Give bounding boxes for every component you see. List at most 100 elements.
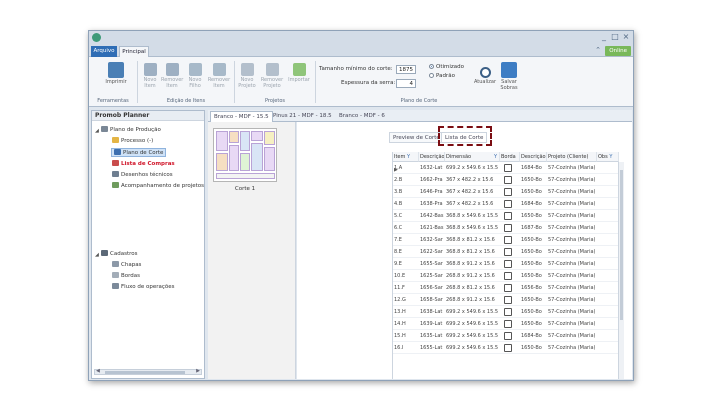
tree-item-plano-corte[interactable]: Plano de Corte — [111, 148, 167, 157]
edge-checkbox[interactable] — [504, 284, 512, 292]
table-cell: 368.8 x 81.2 x 15.6 — [446, 249, 495, 255]
tree-item-cadastros[interactable]: Cadastros — [101, 250, 137, 257]
table-cell: 699.2 x 549.6 x 15.5 — [446, 309, 499, 315]
edge-checkbox[interactable] — [504, 200, 512, 208]
table-row[interactable]: 16.I 1655-Lat 699.2 x 549.6 x 15.5 1650-Bo 5… — [393, 342, 619, 354]
close-button[interactable]: × — [621, 32, 631, 41]
table-row[interactable]: 10.E 1625-Sar 268.8 x 91.2 x 15.6 1650-Bo 57… — [393, 270, 619, 282]
edge-checkbox[interactable] — [504, 332, 512, 340]
tree-item-lista-compras[interactable]: Lista de Compras — [112, 160, 175, 167]
navigation-panel: Promob Planner ◢ Plano de Produção Proce… — [91, 110, 205, 379]
filter-icon[interactable]: Y — [407, 154, 410, 160]
edge-checkbox[interactable] — [504, 272, 512, 280]
espessura-input[interactable]: 4 — [396, 79, 416, 88]
new-item-label: Novo Item — [143, 77, 157, 89]
tab-principal[interactable]: Principal — [119, 46, 149, 57]
edge-checkbox[interactable] — [504, 320, 512, 328]
import-button[interactable]: Importar — [287, 63, 311, 83]
remove-project-button[interactable]: Remover Projeto — [259, 63, 285, 89]
filter-icon[interactable]: Y — [494, 152, 497, 161]
tree-item-desenhos[interactable]: Desenhos técnicos — [112, 171, 173, 178]
tree-item-bordas[interactable]: Bordas — [112, 272, 140, 279]
cut-list-grid: Item Y Descrição Dimensão Y Borda Descri… — [392, 152, 624, 379]
print-button[interactable]: Imprimir — [103, 62, 129, 85]
table-row[interactable]: 7.E 1632-Sar 368.8 x 81.2 x 15.6 1650-Bo 57-… — [393, 234, 619, 246]
edge-checkbox[interactable] — [504, 212, 512, 220]
new-child-button[interactable]: Novo Filho — [186, 63, 204, 89]
table-row[interactable]: 5.C 1642-Bas 368.8 x 549.6 x 15.5 1650-Bo 57… — [393, 210, 619, 222]
table-cell: 699.2 x 549.6 x 15.5 — [446, 165, 499, 171]
edge-checkbox[interactable] — [504, 296, 512, 304]
edge-checkbox[interactable] — [504, 260, 512, 268]
table-row[interactable]: 8.E 1622-Sar 368.8 x 81.2 x 15.6 1650-Bo 57-… — [393, 246, 619, 258]
column-header-descricao-2[interactable]: Descrição — [520, 152, 547, 162]
edge-checkbox[interactable] — [504, 164, 512, 172]
table-cell: 1684-Bo — [521, 333, 542, 339]
edges-icon — [112, 272, 119, 278]
column-header-projeto[interactable]: Projeto (Cliente) — [547, 152, 597, 162]
edge-checkbox[interactable] — [504, 308, 512, 316]
table-row[interactable]: 3.B 1646-Pra 367 x 482.2 x 15.6 1650-Bo 57-C… — [393, 186, 619, 198]
table-cell: 16.I — [394, 345, 404, 351]
remove-child-button[interactable]: Remover Item — [207, 63, 231, 89]
column-header-item[interactable]: Item Y — [393, 152, 419, 162]
tab-arquivo[interactable]: Arquivo — [91, 46, 117, 57]
scroll-left-icon[interactable]: ◀ — [96, 368, 100, 374]
edge-checkbox[interactable] — [504, 176, 512, 184]
maximize-button[interactable]: □ — [610, 32, 620, 41]
tamanho-input[interactable]: 1875 — [396, 65, 416, 74]
edge-checkbox[interactable] — [504, 344, 512, 352]
remove-child-label: Remover Item — [207, 77, 231, 89]
table-cell: 57-Cozinha (Maria) — [548, 165, 596, 171]
column-header-borda[interactable]: Borda — [500, 152, 520, 162]
table-row[interactable]: 13.H 1638-Lat 699.2 x 549.6 x 15.5 1650-Bo 5… — [393, 306, 619, 318]
table-row[interactable]: 6.C 1621-Bas 368.8 x 549.6 x 15.5 1687-Bo 57… — [393, 222, 619, 234]
minimize-button[interactable]: _ — [599, 32, 609, 41]
edge-checkbox[interactable] — [504, 224, 512, 232]
scroll-thumb[interactable] — [105, 371, 185, 374]
horizontal-scrollbar[interactable]: ◀ ▶ — [94, 368, 202, 375]
refresh-button[interactable]: Atualizar — [473, 67, 497, 85]
table-row[interactable]: 1.A 1632-Lat 699.2 x 549.6 x 15.5 1684-Bo 57… — [393, 162, 619, 174]
column-header-obs[interactable]: Obs Y — [597, 152, 619, 162]
doc-tab-pinus-18[interactable]: Pinus 21 - MDF - 18.5 — [270, 111, 335, 122]
edge-checkbox[interactable] — [504, 236, 512, 244]
table-row[interactable]: 9.E 1655-Sar 368.8 x 91.2 x 15.6 1650-Bo 57-… — [393, 258, 619, 270]
doc-tab-branco-6[interactable]: Branco - MDF - 6 — [336, 111, 388, 122]
cut-board-thumbnail[interactable] — [213, 128, 277, 182]
tree-item-acompanhamento[interactable]: Acompanhamento de projetos — [112, 182, 204, 189]
scroll-right-icon[interactable]: ▶ — [196, 368, 200, 374]
tree-item-fluxo[interactable]: Fluxo de operações — [112, 283, 175, 290]
table-row[interactable]: 11.F 1656-Sar 268.8 x 81.2 x 15.6 1656-Bo 57… — [393, 282, 619, 294]
save-scraps-button[interactable]: Salvar Sobras — [498, 62, 520, 91]
radio-otimizado[interactable]: Otimizado — [429, 64, 464, 70]
tree-item-processo[interactable]: Processo (-) — [112, 137, 153, 144]
table-row[interactable]: 15.H 1635-Lat 699.2 x 549.6 x 15.5 1684-Bo 5… — [393, 330, 619, 342]
table-row[interactable]: 12.G 1658-Sar 268.8 x 91.2 x 15.6 1650-Bo 57… — [393, 294, 619, 306]
doc-tab-branco-15[interactable]: Branco - MDF - 15.5 — [210, 111, 273, 122]
collapse-ribbon-icon[interactable]: ⌃ — [595, 46, 601, 54]
edge-checkbox[interactable] — [504, 248, 512, 256]
scroll-thumb[interactable] — [620, 170, 623, 320]
collapse-tree-icon[interactable]: ◢ — [95, 252, 99, 258]
table-row[interactable]: 2.B 1662-Pra 367 x 482.2 x 15.6 1650-Bo 57-C… — [393, 174, 619, 186]
tab-preview-corte[interactable]: Preview de Corte — [389, 132, 444, 143]
tree-item-plano-producao[interactable]: Plano de Produção — [101, 126, 161, 133]
table-row[interactable]: 14.H 1639-Lat 699.2 x 549.6 x 15.5 1650-Bo 5… — [393, 318, 619, 330]
column-header-dimensao[interactable]: Dimensão Y — [445, 152, 500, 162]
table-row[interactable]: 4.B 1638-Pra 367 x 482.2 x 15.6 1684-Bo 57-C… — [393, 198, 619, 210]
column-header-descricao[interactable]: Descrição — [419, 152, 445, 162]
refresh-icon — [479, 67, 491, 78]
vertical-scrollbar[interactable] — [618, 162, 624, 379]
column-header-label: Obs — [598, 154, 608, 160]
new-item-button[interactable]: Novo Item — [141, 63, 159, 89]
collapse-tree-icon[interactable]: ◢ — [95, 128, 99, 134]
radio-padrao[interactable]: Padrão — [429, 73, 455, 79]
edge-checkbox[interactable] — [504, 188, 512, 196]
filter-icon[interactable]: Y — [609, 154, 612, 160]
table-cell: 6.C — [394, 225, 403, 231]
remove-item-button[interactable]: Remover Item — [161, 63, 183, 89]
new-project-button[interactable]: Novo Projeto — [237, 63, 257, 89]
tree-item-chapas[interactable]: Chapas — [112, 261, 141, 268]
table-cell: 1625-Sar — [420, 273, 443, 279]
